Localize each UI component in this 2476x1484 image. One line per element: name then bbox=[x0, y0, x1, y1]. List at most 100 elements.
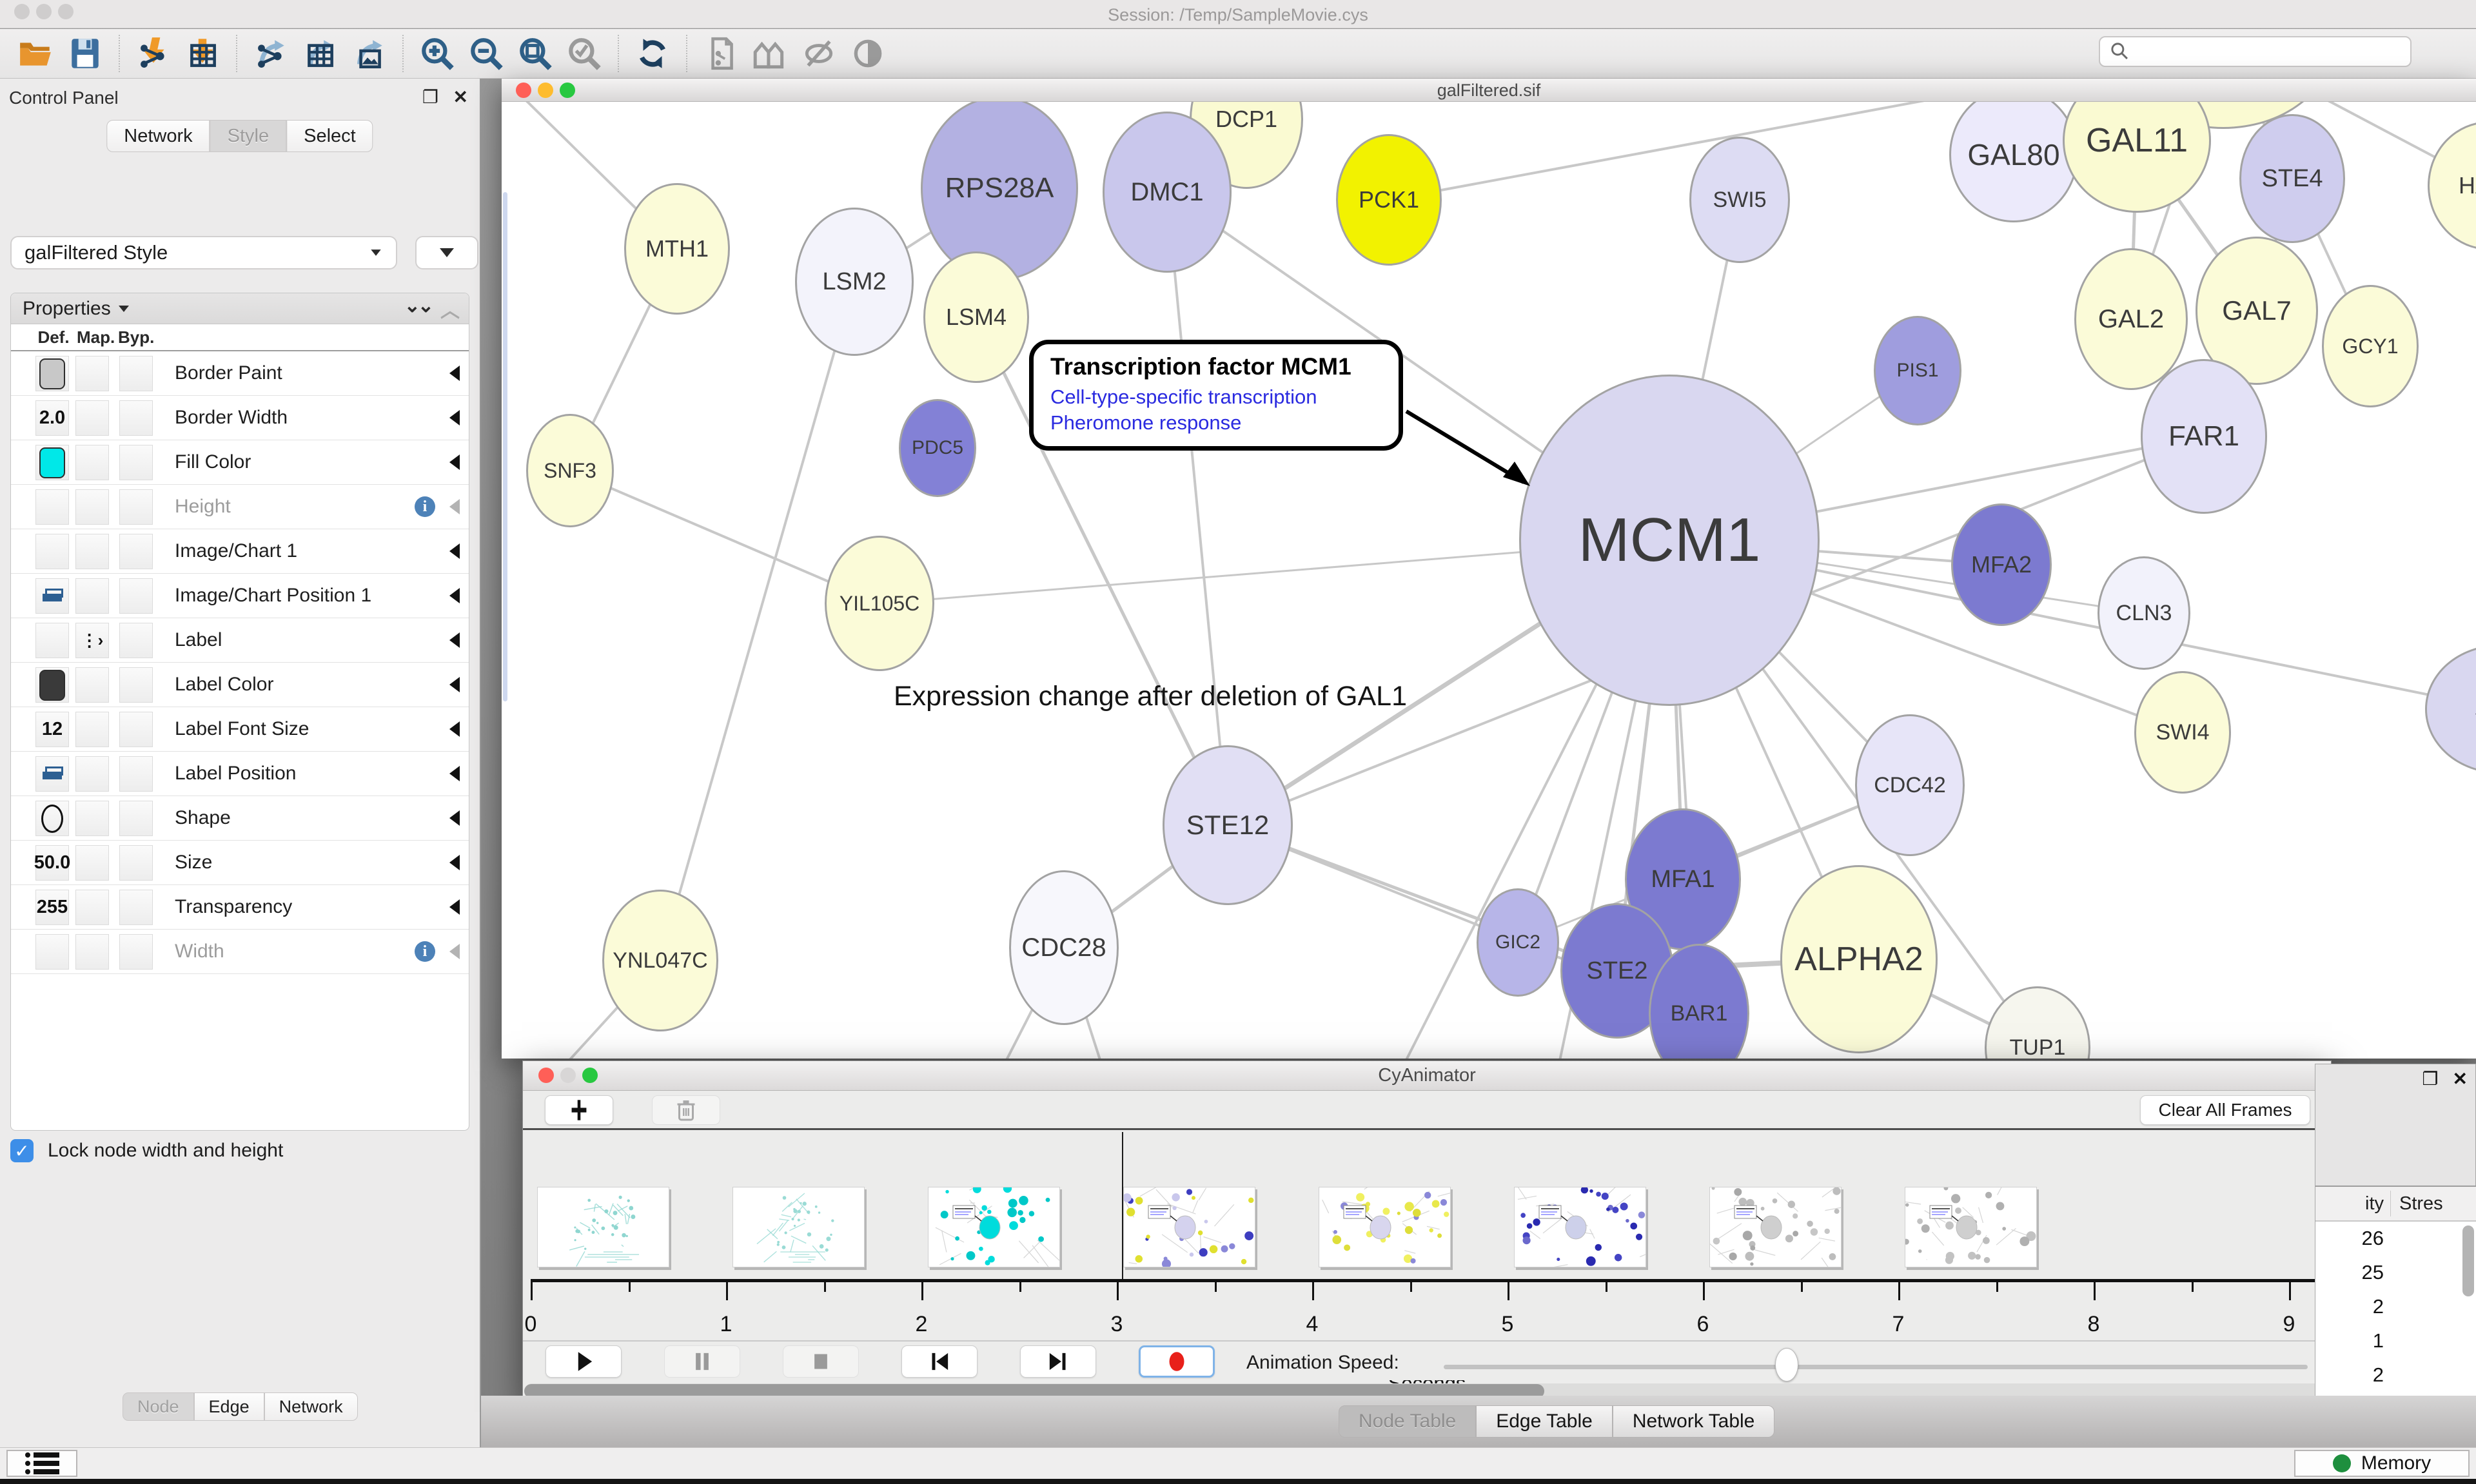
cyanimator-titlebar[interactable]: CyAnimator bbox=[523, 1061, 2331, 1091]
default-value-cell[interactable] bbox=[35, 489, 69, 525]
network-node-snf3[interactable]: SNF3 bbox=[526, 414, 614, 527]
property-row-label-font-size[interactable]: 12Label Font Size bbox=[11, 707, 469, 752]
property-row-height[interactable]: Heighti bbox=[11, 485, 469, 529]
default-value-cell[interactable] bbox=[35, 578, 69, 614]
mapping-cell[interactable] bbox=[75, 400, 109, 436]
save-button[interactable] bbox=[64, 34, 106, 73]
expand-property-icon[interactable] bbox=[449, 588, 460, 603]
frame-thumbnail-3[interactable] bbox=[928, 1187, 1060, 1267]
tab-network[interactable]: Network bbox=[106, 120, 210, 152]
network-node-cdc28[interactable]: CDC28 bbox=[1009, 870, 1119, 1025]
bypass-cell[interactable] bbox=[119, 445, 153, 480]
tab-network-table[interactable]: Network Table bbox=[1613, 1405, 1775, 1438]
network-node-pck1[interactable]: PCK1 bbox=[1336, 134, 1442, 266]
mapping-cell[interactable] bbox=[75, 356, 109, 391]
annotation-link-2[interactable]: Pheromone response bbox=[1050, 411, 1382, 434]
property-row-shape[interactable]: Shape bbox=[11, 796, 469, 841]
default-value-cell[interactable]: 2.0 bbox=[35, 400, 69, 436]
bypass-cell[interactable] bbox=[119, 534, 153, 569]
frame-thumbnail-8[interactable] bbox=[1905, 1187, 2037, 1267]
refresh-layout-button[interactable] bbox=[631, 34, 674, 73]
property-row-label-position[interactable]: Label Position bbox=[11, 752, 469, 796]
network-node-gic2[interactable]: GIC2 bbox=[1477, 888, 1559, 997]
record-button[interactable] bbox=[1139, 1345, 1215, 1378]
default-value-cell[interactable] bbox=[35, 445, 69, 480]
expand-property-icon[interactable] bbox=[449, 632, 460, 648]
tab-select[interactable]: Select bbox=[286, 120, 373, 152]
close-panel-icon[interactable]: ✕ bbox=[453, 86, 468, 108]
default-value-cell[interactable] bbox=[35, 356, 69, 391]
default-value-cell[interactable] bbox=[35, 756, 69, 792]
style-options-button[interactable] bbox=[415, 236, 478, 269]
info-icon[interactable]: i bbox=[415, 941, 435, 962]
play-button[interactable] bbox=[545, 1345, 622, 1378]
tab-style[interactable]: Style bbox=[210, 120, 286, 152]
expand-property-icon[interactable] bbox=[449, 721, 460, 737]
vscrollbar-thumb[interactable] bbox=[2462, 1225, 2474, 1296]
network-node-mfa2[interactable]: MFA2 bbox=[1951, 503, 2052, 626]
property-row-fill-color[interactable]: Fill Color bbox=[11, 440, 469, 485]
expand-property-icon[interactable] bbox=[449, 410, 460, 425]
network-node-yil105c[interactable]: YIL105C bbox=[825, 536, 934, 671]
show-graphics-button[interactable] bbox=[847, 34, 889, 73]
network-node-swi4[interactable]: SWI4 bbox=[2134, 671, 2231, 794]
expand-all-icon[interactable]: ⌄⌄ bbox=[404, 295, 431, 323]
zoom-selected-button[interactable] bbox=[563, 34, 605, 73]
mapping-cell[interactable]: ⋮› bbox=[75, 623, 109, 658]
lock-size-checkbox[interactable]: ✓ bbox=[10, 1139, 34, 1162]
table-row[interactable]: 2 bbox=[2315, 1358, 2476, 1392]
default-value-cell[interactable] bbox=[35, 623, 69, 658]
expand-property-icon[interactable] bbox=[449, 855, 460, 870]
bypass-cell[interactable] bbox=[119, 845, 153, 881]
network-node-pdc5[interactable]: PDC5 bbox=[899, 399, 976, 497]
default-value-cell[interactable] bbox=[35, 534, 69, 569]
search-input[interactable] bbox=[2099, 36, 2412, 67]
network-node-mcm1[interactable]: MCM1 bbox=[1519, 375, 1820, 706]
bypass-cell[interactable] bbox=[119, 578, 153, 614]
table-row[interactable]: 26 bbox=[2315, 1222, 2476, 1256]
annotation-link-1[interactable]: Cell-type-specific transcription bbox=[1050, 386, 1382, 409]
style-select[interactable]: galFiltered Style bbox=[10, 236, 397, 269]
bypass-cell[interactable] bbox=[119, 623, 153, 658]
network-node-dmc1[interactable]: DMC1 bbox=[1103, 112, 1232, 273]
network-node-gal2[interactable]: GAL2 bbox=[2074, 248, 2188, 390]
zoom-in-button[interactable] bbox=[416, 34, 458, 73]
tab-edge-table[interactable]: Edge Table bbox=[1476, 1405, 1613, 1438]
bypass-cell[interactable] bbox=[119, 400, 153, 436]
results-vscrollbar[interactable] bbox=[2462, 1225, 2474, 1393]
frame-thumbnail-6[interactable] bbox=[1514, 1187, 1646, 1267]
default-value-cell[interactable] bbox=[35, 801, 69, 836]
frame-thumbnail-5[interactable] bbox=[1319, 1187, 1451, 1267]
network-node-ste12[interactable]: STE12 bbox=[1163, 745, 1293, 905]
network-node-far1[interactable]: FAR1 bbox=[2141, 359, 2267, 514]
network-node-ste4[interactable]: STE4 bbox=[2239, 114, 2345, 243]
float-panel-icon[interactable]: ❐ bbox=[422, 86, 438, 108]
network-canvas[interactable]: DCP1RPS28ADMC1PCK1MTH1LSM2LSM4SWI5GAL80G… bbox=[502, 102, 2476, 1059]
speed-slider-thumb[interactable] bbox=[1775, 1348, 1798, 1381]
network-node-gcy1[interactable]: GCY1 bbox=[2322, 285, 2419, 407]
results-table-header[interactable]: ity Stres bbox=[2315, 1187, 2476, 1222]
export-network-button[interactable] bbox=[250, 34, 292, 73]
table-row[interactable]: 25 bbox=[2315, 1256, 2476, 1290]
task-history-button[interactable] bbox=[6, 1450, 77, 1477]
bypass-cell[interactable] bbox=[119, 934, 153, 970]
property-row-label[interactable]: ⋮›Label bbox=[11, 618, 469, 663]
mapping-cell[interactable] bbox=[75, 801, 109, 836]
first-neighbors-button[interactable] bbox=[749, 34, 791, 73]
expand-property-icon[interactable] bbox=[449, 810, 460, 826]
info-icon[interactable]: i bbox=[415, 496, 435, 517]
export-table-button[interactable] bbox=[299, 34, 341, 73]
expand-property-icon[interactable] bbox=[449, 677, 460, 692]
skip-end-button[interactable] bbox=[1020, 1345, 1096, 1378]
network-node-mth1[interactable]: MTH1 bbox=[624, 183, 730, 315]
zoom-out-button[interactable] bbox=[465, 34, 507, 73]
network-node-lsm2[interactable]: LSM2 bbox=[795, 208, 914, 356]
expand-property-icon[interactable] bbox=[449, 366, 460, 381]
expand-property-icon[interactable] bbox=[449, 499, 460, 514]
expand-property-icon[interactable] bbox=[449, 543, 460, 559]
canvas-scrollbar[interactable] bbox=[503, 192, 507, 701]
property-row-size[interactable]: 50.0Size bbox=[11, 841, 469, 885]
network-node-cln3[interactable]: CLN3 bbox=[2098, 556, 2190, 670]
panel-tab-network[interactable]: Network bbox=[264, 1392, 358, 1421]
expand-property-icon[interactable] bbox=[449, 454, 460, 470]
